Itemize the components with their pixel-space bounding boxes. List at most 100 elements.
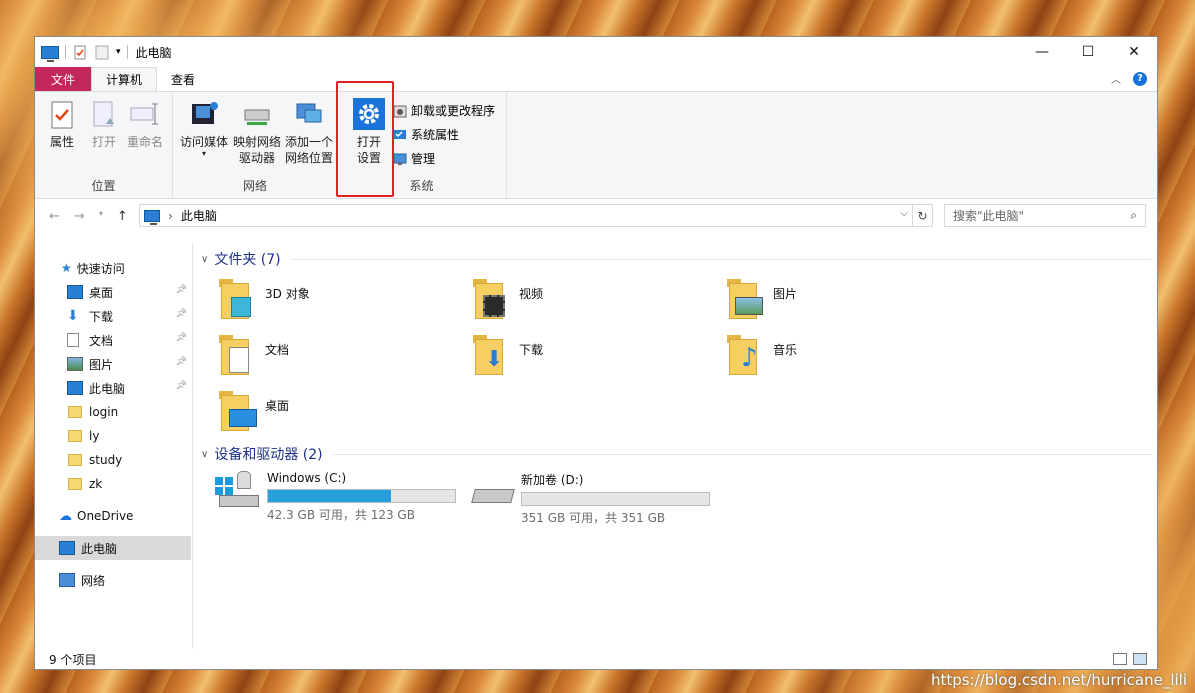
sidebar-item-desktop[interactable]: 桌面 📌︎	[35, 280, 191, 304]
sidebar-item-ly[interactable]: ly	[35, 424, 191, 448]
refresh-icon[interactable]: ↻	[912, 205, 932, 226]
folder-icon	[68, 478, 82, 490]
navigation-pane: ★ 快速访问 桌面 📌︎ ⬇ 下载 📌︎ 文档 📌︎ 图片 📌︎ 此电脑 📌︎ …	[35, 243, 193, 651]
address-bar[interactable]: › 此电脑 ⌵ ↻	[139, 204, 933, 227]
chevron-right-icon[interactable]: ›	[168, 209, 173, 223]
pin-icon[interactable]: 📌︎	[176, 381, 187, 391]
folder-name: 图片	[773, 287, 798, 301]
large-icons-view-icon[interactable]	[1133, 653, 1147, 665]
drive-d[interactable]: 新加卷 (D:) 351 GB 可用，共 351 GB	[469, 471, 710, 526]
details-view-icon[interactable]	[1113, 653, 1127, 665]
folders-section-header[interactable]: ∨ 文件夹 (7)	[201, 249, 1151, 269]
folder-desktop[interactable]: 桌面	[219, 389, 289, 433]
group-network-label: 网络	[242, 179, 267, 193]
sidebar-item-downloads[interactable]: ⬇ 下载 📌︎	[35, 304, 191, 328]
recent-locations-icon[interactable]: ▾	[99, 209, 103, 224]
network-location-icon	[296, 103, 322, 123]
manage-button[interactable]: 管理	[393, 150, 435, 167]
folders-header-label: 文件夹 (7)	[214, 252, 281, 268]
pin-icon[interactable]: 📌︎	[176, 333, 187, 343]
pictures-icon	[727, 277, 765, 321]
sidebar-item-this-pc[interactable]: 此电脑	[35, 536, 191, 560]
sidebar-item-quick-access[interactable]: ★ 快速访问	[35, 256, 191, 280]
drive-usage-bar	[267, 489, 456, 503]
manage-icon	[393, 153, 407, 165]
folder-downloads[interactable]: ⬇ 下载	[473, 333, 543, 377]
map-network-drive-label: 映射网络 驱动器	[232, 135, 281, 165]
drive-c[interactable]: Windows (C:) 42.3 GB 可用，共 123 GB	[215, 471, 456, 523]
system-properties-button[interactable]: 系统属性	[393, 126, 459, 143]
search-input[interactable]: 搜索"此电脑" ⌕	[944, 204, 1146, 227]
ribbon: 属性 打开 重命名 位置 访问媒体 ▾ 映射网络 驱动器 添加一个 网络位置 网…	[35, 91, 1157, 199]
folder-icon	[68, 406, 82, 418]
minimize-button[interactable]: —	[1019, 37, 1065, 67]
videos-icon	[473, 277, 511, 321]
forward-icon[interactable]: →	[74, 209, 85, 224]
folder-videos[interactable]: 视频	[473, 277, 543, 321]
folder-music[interactable]: ♪ 音乐	[727, 333, 797, 377]
computer-icon	[144, 209, 160, 225]
tab-file[interactable]: 文件	[35, 67, 91, 91]
document-icon	[67, 333, 79, 347]
sidebar-item-pictures[interactable]: 图片 📌︎	[35, 352, 191, 376]
rename-button[interactable]: 重命名	[125, 98, 165, 150]
sidebar-item-network[interactable]: 网络	[35, 568, 191, 592]
pin-icon[interactable]: 📌︎	[176, 357, 187, 367]
chevron-down-icon[interactable]: ⌵	[900, 208, 908, 219]
sidebar-item-this-pc-pinned[interactable]: 此电脑 📌︎	[35, 376, 191, 400]
properties-icon[interactable]	[72, 44, 88, 60]
up-icon[interactable]: ↑	[117, 209, 128, 224]
folder-3d-objects[interactable]: 3D 对象	[219, 277, 310, 321]
network-drive-icon	[244, 109, 270, 125]
new-folder-icon[interactable]	[94, 44, 110, 60]
maximize-button[interactable]: ☐	[1065, 37, 1111, 67]
title-bar: ▾ 此电脑 — ☐ ✕	[35, 37, 1157, 67]
back-icon[interactable]: ←	[49, 209, 60, 224]
sidebar-item-label: 文档	[89, 333, 114, 348]
sidebar-item-login[interactable]: login	[35, 400, 191, 424]
uninstall-program-button[interactable]: 卸载或更改程序	[393, 102, 495, 119]
documents-icon	[219, 333, 257, 377]
nav-buttons: ← → ▾ ↑	[35, 209, 139, 224]
pin-icon[interactable]: 📌︎	[176, 309, 187, 319]
folder-pictures[interactable]: 图片	[727, 277, 797, 321]
window-controls: — ☐ ✕	[1019, 37, 1157, 67]
group-network: 访问媒体 ▾ 映射网络 驱动器 添加一个 网络位置 网络	[173, 92, 337, 198]
rename-icon	[130, 103, 158, 125]
folder-name: 视频	[519, 287, 544, 301]
sidebar-item-zk[interactable]: zk	[35, 472, 191, 496]
chevron-down-icon[interactable]: ∨	[201, 449, 208, 460]
sidebar-item-label: 网络	[81, 573, 106, 588]
customize-toolbar-icon[interactable]: ▾	[116, 47, 121, 57]
properties-label: 属性	[49, 135, 74, 149]
pin-icon[interactable]: 📌︎	[176, 285, 187, 295]
rename-label: 重命名	[126, 135, 163, 149]
main-area: ★ 快速访问 桌面 📌︎ ⬇ 下载 📌︎ 文档 📌︎ 图片 📌︎ 此电脑 📌︎ …	[35, 243, 1157, 651]
add-network-location-button[interactable]: 添加一个 网络位置	[283, 98, 335, 166]
drive-free-space: 42.3 GB 可用，共 123 GB	[267, 508, 415, 522]
sidebar-item-onedrive[interactable]: ☁ OneDrive	[35, 504, 191, 528]
tab-view[interactable]: 查看	[157, 67, 209, 91]
drives-header-label: 设备和驱动器 (2)	[214, 447, 323, 463]
chevron-down-icon[interactable]: ∨	[201, 254, 208, 265]
tab-computer[interactable]: 计算机	[91, 67, 158, 91]
folder-name: 音乐	[773, 343, 798, 357]
properties-button[interactable]: 属性	[45, 98, 79, 150]
status-bar: 9 个项目	[35, 649, 1157, 669]
add-network-location-label: 添加一个 网络位置	[284, 135, 333, 165]
map-network-drive-button[interactable]: 映射网络 驱动器	[231, 98, 283, 166]
access-media-button[interactable]: 访问媒体 ▾	[179, 98, 229, 158]
collapse-ribbon-icon[interactable]: ︿	[1111, 71, 1121, 86]
dropdown-arrow-icon: ▾	[201, 149, 206, 158]
help-icon[interactable]: ?	[1133, 71, 1147, 86]
folder-documents[interactable]: 文档	[219, 333, 289, 377]
close-button[interactable]: ✕	[1111, 37, 1157, 67]
sidebar-item-documents[interactable]: 文档 📌︎	[35, 328, 191, 352]
sidebar-item-study[interactable]: study	[35, 448, 191, 472]
search-icon[interactable]: ⌕	[1130, 208, 1137, 223]
divider	[290, 258, 1151, 260]
open-button[interactable]: 打开	[87, 98, 121, 150]
explorer-window: ▾ 此电脑 — ☐ ✕ 文件 计算机 查看 ︿ ? 属性 打开 重命名 位置 访…	[34, 36, 1158, 670]
drives-section-header[interactable]: ∨ 设备和驱动器 (2)	[201, 444, 1151, 464]
drive-info: Windows (C:) 42.3 GB 可用，共 123 GB	[267, 471, 456, 523]
